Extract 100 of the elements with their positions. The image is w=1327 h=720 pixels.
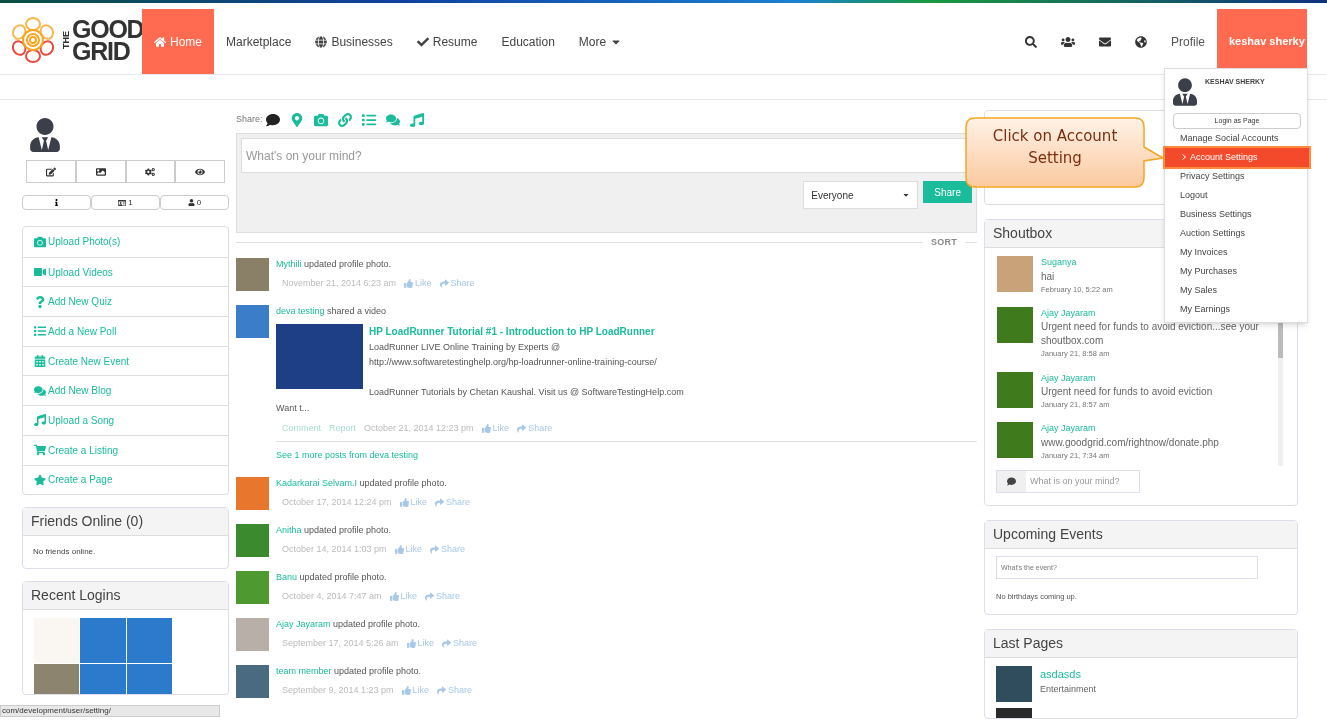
nav-tab[interactable]: Resume [404,9,490,74]
share-arrow-icon [517,423,527,433]
shout-author: Ajay Jayaram [1041,306,1096,320]
action-link[interactable]: Create New Event [23,345,228,376]
nav-tab[interactable]: Home [142,9,214,74]
photo-placeholder [996,708,1032,719]
action-link[interactable]: Upload a Song [23,405,228,435]
menu-item[interactable]: Manage Social Accounts [1165,129,1309,148]
action-link[interactable]: Add New Blog [23,375,228,406]
share-label: Share: [236,113,263,127]
panel-title: Recent Logins [31,587,121,604]
report-link[interactable]: Report [329,421,357,435]
page-link[interactable]: asdasds [1040,666,1097,683]
menu-item[interactable]: Account Settings [1165,148,1309,167]
like-link[interactable]: Like [399,496,428,510]
status-bar: com/development/user/setting/ [0,705,220,717]
like-link[interactable]: Like [404,277,432,291]
caret-icon [902,191,911,199]
post-text: team member updated profile photo. [276,664,423,678]
nav-tab[interactable]: Education [489,9,567,74]
photo-placeholder [997,306,1033,343]
cogs-button[interactable] [125,160,176,183]
action-link[interactable]: Add New Quiz [23,286,228,317]
post-composer[interactable]: What's on your mind? Everyone Share [236,133,977,233]
share-link[interactable]: Share [437,684,473,698]
panel-title: Last Pages [993,635,1064,652]
like-link[interactable]: Like [406,637,435,651]
shout-input[interactable]: What is on your mind? [1026,471,1139,492]
nav-tab[interactable]: Marketplace [214,9,304,74]
avatar-icon [1173,75,1197,109]
page-category: Entertainment [1040,682,1097,696]
like-link[interactable]: Like [389,590,418,604]
like-link[interactable]: Like [401,684,430,698]
camera-icon [34,235,46,248]
video-description: http://www.softwaretestinghelp.org/hp-loadrunner-online-training-course/ [369,356,658,369]
search-icon[interactable] [1025,35,1037,48]
post-text: Ajay Jayaram updated profile photo. [276,617,422,631]
post-text: Mythili updated profile photo. [276,257,393,271]
photo-placeholder [997,256,1033,292]
menu-item[interactable]: Auction Settings [1165,224,1309,243]
action-link[interactable]: Create a Page [23,464,228,495]
audience-select[interactable]: Everyone [803,181,919,209]
check-icon [416,35,429,48]
envelope-icon[interactable] [1099,35,1111,48]
see-more-link[interactable]: See 1 more posts from deva testing [276,449,977,463]
menu-item[interactable]: My Invoices [1165,243,1309,262]
action-link[interactable]: Add a New Poll [23,316,228,346]
panel-title: Upcoming Events [993,526,1103,542]
share-link[interactable]: Share [442,637,478,651]
stat-button[interactable]: 0 [160,195,229,210]
menu-item[interactable]: My Sales [1165,281,1309,300]
share-link[interactable]: Share [435,496,471,510]
share-link[interactable]: Share [517,421,553,435]
profile-link[interactable]: Profile [1159,9,1217,74]
post-excerpt: Want t... [276,402,311,415]
image-icon [95,166,106,177]
globe-icon[interactable] [1135,35,1147,48]
video-title-link[interactable]: HP LoadRunner Tutorial #1 - Introduction to HP LoadRunner [369,326,655,337]
people-icon[interactable] [1061,34,1075,49]
shout-author: Ajay Jayaram [1041,422,1096,436]
share-link[interactable]: Share [439,277,475,291]
action-link[interactable]: Create a Listing [23,434,228,465]
menu-item[interactable]: My Earnings [1165,300,1309,319]
comment-link[interactable]: Comment [282,421,321,435]
post-text: Banu updated profile photo. [276,570,388,584]
image-button[interactable] [75,160,126,183]
thumbs-up-icon [389,592,399,602]
nav-tab[interactable]: More [566,9,635,74]
menu-item[interactable]: Business Settings [1165,205,1309,224]
like-link[interactable]: Like [481,421,510,435]
menu-item[interactable]: Logout [1165,186,1309,205]
share-button[interactable]: Share [923,181,972,203]
thumbs-up-icon [394,545,404,555]
action-link[interactable]: Upload Videos [23,256,228,287]
like-link[interactable]: Like [394,543,423,557]
gears-icon [145,166,156,177]
photo-card-icon [118,198,127,207]
speech-bubble-icon [1007,477,1016,486]
photo-placeholder [236,570,269,604]
stat-button[interactable]: 1 [91,195,160,210]
share-link[interactable]: Share [425,590,461,604]
menu-item[interactable]: Privacy Settings [1165,167,1309,186]
thumbs-up-icon [481,423,491,433]
action-link[interactable]: Upload Photo(s) [23,227,228,257]
photo-placeholder [236,617,269,651]
chat-bubbles-icon [34,384,46,397]
home-icon [154,35,166,48]
eye-button[interactable] [175,160,225,183]
share-link[interactable]: Share [430,543,466,557]
speech-bubble-icon[interactable] [265,113,280,127]
menu-item[interactable]: My Purchases [1165,262,1309,281]
shout-message: www.goodgrid.com/rightnow/donate.php [1041,435,1219,450]
calendar-icon [34,355,46,368]
edit-button[interactable] [26,160,76,183]
share-arrow-icon [439,279,449,289]
nav-tab[interactable]: Businesses [303,9,405,74]
thumbs-up-icon [401,686,411,696]
shout-field[interactable]: What is on your mind? [996,470,1140,493]
thumbs-up-icon [406,639,416,649]
sort-label[interactable]: SORT [923,236,965,250]
